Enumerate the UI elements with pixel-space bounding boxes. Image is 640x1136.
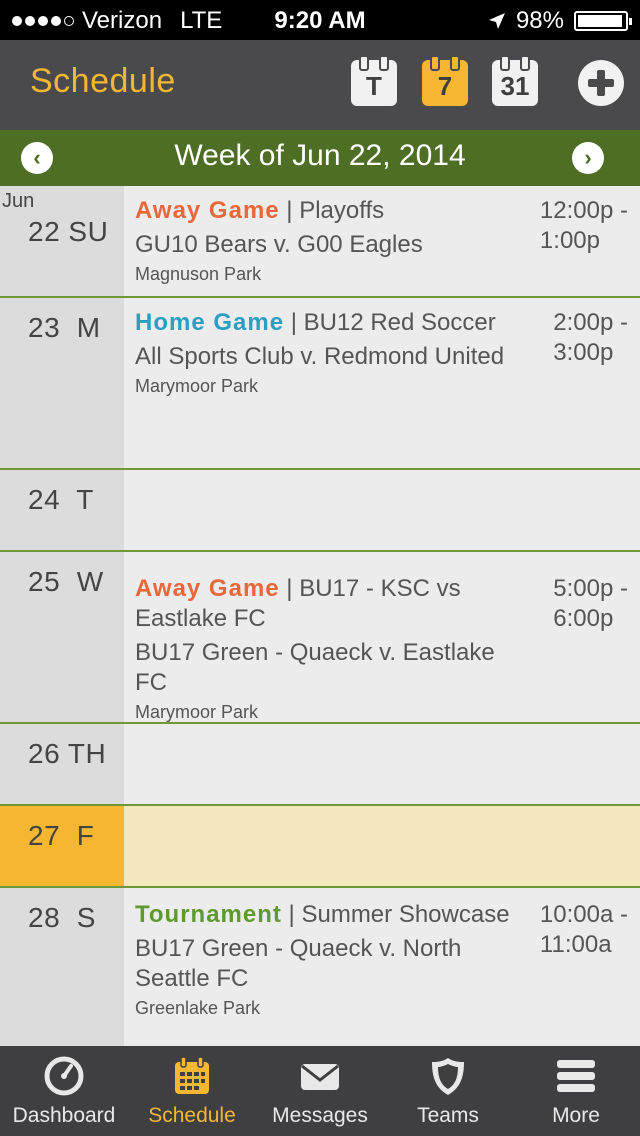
day-row: Jun 22 SU Away Game | Playoffs GU10 Bear…: [0, 186, 640, 298]
add-event-button[interactable]: [578, 60, 624, 106]
app-header: Schedule T 7 31: [0, 40, 640, 130]
empty-day-slot[interactable]: [124, 470, 640, 550]
day-label: 26 TH: [28, 738, 107, 769]
event-location: Magnuson Park: [135, 264, 262, 284]
tab-dashboard[interactable]: Dashboard: [0, 1046, 128, 1136]
event-separator: |: [281, 901, 302, 928]
page-title: Schedule: [30, 62, 176, 100]
day-cell: 24 T: [0, 470, 124, 550]
day-label: 27 F: [28, 820, 95, 851]
month-label: Jun: [2, 190, 35, 212]
day-row: 23 M Home Game | BU12 Red Soccer All Spo…: [0, 298, 640, 470]
event-time: 2:00p - 3:00p: [553, 309, 628, 366]
tab-label: Dashboard: [12, 1104, 116, 1127]
tab-more[interactable]: More: [512, 1046, 640, 1136]
day-row-today: 27 F: [0, 806, 640, 888]
tab-teams[interactable]: Teams: [384, 1046, 512, 1136]
next-week-button[interactable]: ›: [572, 142, 604, 174]
event-title: All Sports Club v. Redmond United: [135, 343, 505, 370]
day-cell: 27 F: [0, 806, 124, 886]
event-time: 12:00p - 1:00p: [539, 197, 628, 254]
event-separator: |: [279, 575, 300, 602]
tab-label: More: [552, 1104, 600, 1127]
day-label: 23 M: [28, 312, 101, 343]
month-calendar-icon: 31: [492, 55, 538, 106]
day-row: 24 T: [0, 470, 640, 552]
event-type: Home Game: [135, 309, 285, 336]
event-location: Marymoor Park: [135, 702, 259, 722]
battery-icon: [574, 11, 632, 31]
tab-label: Messages: [272, 1104, 368, 1127]
event-item[interactable]: Away Game | BU17 - KSC vs Eastlake FC BU…: [124, 552, 640, 722]
battery-percent: 98%: [515, 7, 564, 34]
event-location: Greenlake Park: [135, 998, 261, 1018]
envelope-icon: [301, 1064, 339, 1090]
menu-icon: [557, 1060, 595, 1092]
today-view-button[interactable]: T: [351, 55, 397, 106]
day-cell: 23 M: [0, 298, 124, 468]
status-bar: Verizon LTE 9:20 AM 98%: [0, 0, 640, 40]
day-label: 25 W: [28, 566, 104, 597]
week-calendar-icon: 7: [422, 55, 468, 106]
tab-schedule[interactable]: Schedule: [128, 1046, 256, 1136]
event-location: Marymoor Park: [135, 376, 259, 396]
tab-label: Schedule: [148, 1104, 236, 1127]
day-cell: 26 TH: [0, 724, 124, 804]
event-separator: |: [284, 309, 304, 336]
schedule-list[interactable]: Jun 22 SU Away Game | Playoffs GU10 Bear…: [0, 186, 640, 1046]
tab-bar: Dashboard Schedule Messages Teams More: [0, 1046, 640, 1136]
day-row: 26 TH: [0, 724, 640, 806]
day-cell: 25 W: [0, 552, 124, 722]
event-item[interactable]: Away Game | Playoffs GU10 Bears v. G00 E…: [124, 186, 640, 296]
week-navigation: ‹ Week of Jun 22, 2014 ›: [0, 130, 640, 186]
event-type: Away Game: [135, 575, 280, 602]
today-calendar-icon: T: [351, 55, 397, 106]
day-row: 25 W Away Game | BU17 - KSC vs Eastlake …: [0, 552, 640, 724]
chevron-right-icon: ›: [584, 145, 592, 170]
day-row: 28 S Tournament | Summer Showcase BU17 G…: [0, 888, 640, 1046]
dashboard-gauge-icon: [44, 1056, 84, 1096]
month-view-button[interactable]: 31: [492, 55, 538, 106]
day-label: 28 S: [28, 902, 96, 933]
shield-icon: [432, 1058, 464, 1095]
week-label: Week of Jun 22, 2014: [174, 139, 466, 172]
tab-label: Teams: [417, 1104, 479, 1127]
day-cell: Jun 22 SU: [0, 186, 124, 296]
event-time: 5:00p - 6:00p: [553, 575, 628, 632]
event-title: BU17 Green - Quaeck v. North Seattle FC: [135, 935, 462, 992]
plus-icon: [578, 60, 624, 106]
day-label: 24 T: [28, 484, 94, 515]
day-label: 22 SU: [28, 216, 109, 247]
location-arrow-icon: [488, 13, 505, 29]
event-time: 10:00a - 11:00a: [539, 901, 628, 958]
day-cell: 28 S: [0, 888, 124, 1046]
event-separator: |: [279, 197, 300, 224]
event-item[interactable]: Home Game | BU12 Red Soccer All Sports C…: [124, 298, 640, 468]
event-title: BU17 Green - Quaeck v. Eastlake FC: [135, 639, 495, 696]
event-type: Away Game: [135, 197, 280, 224]
event-item[interactable]: Tournament | Summer Showcase BU17 Green …: [124, 888, 640, 1046]
tab-messages[interactable]: Messages: [256, 1046, 384, 1136]
event-type: Tournament: [135, 901, 282, 928]
event-title: GU10 Bears v. G00 Eagles: [135, 231, 423, 258]
event-context: BU12 Red Soccer: [303, 309, 496, 336]
event-context: Playoffs: [299, 197, 385, 224]
empty-day-slot[interactable]: [124, 724, 640, 804]
calendar-icon: [175, 1056, 209, 1094]
empty-day-slot[interactable]: [124, 806, 640, 886]
week-view-button[interactable]: 7: [422, 55, 468, 106]
event-context: Summer Showcase: [301, 901, 510, 928]
